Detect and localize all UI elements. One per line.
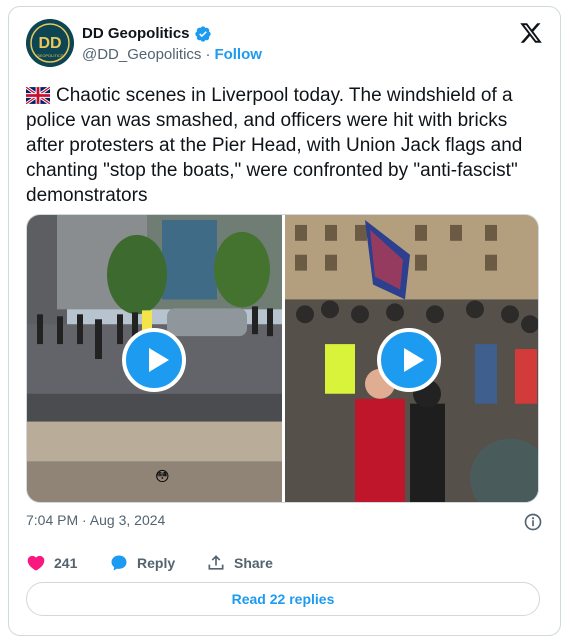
avatar[interactable]: DD GEOPOLITICS (26, 19, 74, 67)
media-grid: 😳 (26, 214, 539, 503)
display-name-row[interactable]: DD Geopolitics (82, 24, 212, 43)
tweet-text: Chaotic scenes in Liverpool today. The w… (26, 85, 523, 206)
display-name[interactable]: DD Geopolitics (82, 24, 190, 43)
flushed-emoji: 😳 (155, 468, 170, 484)
play-button-right[interactable] (377, 328, 441, 392)
reply-button[interactable]: Reply (109, 552, 175, 574)
info-icon[interactable] (523, 512, 543, 532)
read-replies-button[interactable]: Read 22 replies (26, 582, 540, 616)
heart-icon (27, 555, 45, 571)
share-label: Share (234, 555, 273, 571)
tweet-text-block: Chaotic scenes in Liverpool today. The w… (26, 83, 546, 208)
account-info: DD Geopolitics @DD_Geopolitics · Follow (82, 24, 262, 65)
handle-separator: · (205, 46, 211, 63)
reply-label: Reply (137, 555, 176, 571)
avatar-monogram: DD (38, 35, 61, 52)
reply-bubble-icon (111, 555, 127, 571)
avatar-logo-icon: DD GEOPOLITICS (26, 19, 74, 67)
uk-flag-icon (26, 87, 50, 104)
share-button[interactable]: Share (206, 552, 273, 574)
tweet-timestamp[interactable]: 7:04 PM · Aug 3, 2024 (26, 512, 165, 528)
follow-button[interactable]: Follow (214, 46, 262, 63)
tweet-header: DD GEOPOLITICS DD Geopolitics @DD_Geopol… (26, 19, 543, 69)
x-logo-icon[interactable] (519, 21, 543, 45)
verified-badge-icon (194, 25, 211, 42)
handle-line: @DD_Geopolitics · Follow (82, 45, 262, 65)
timestamp-row: 7:04 PM · Aug 3, 2024 (26, 512, 543, 532)
avatar-subtext: GEOPOLITICS (36, 53, 63, 58)
tweet-card: DD GEOPOLITICS DD Geopolitics @DD_Geopol… (8, 6, 561, 636)
handle[interactable]: @DD_Geopolitics (82, 46, 201, 63)
like-button[interactable]: 241 (26, 552, 77, 574)
share-upload-icon (208, 555, 224, 570)
play-button-left[interactable] (122, 328, 186, 392)
like-count: 241 (54, 555, 78, 571)
